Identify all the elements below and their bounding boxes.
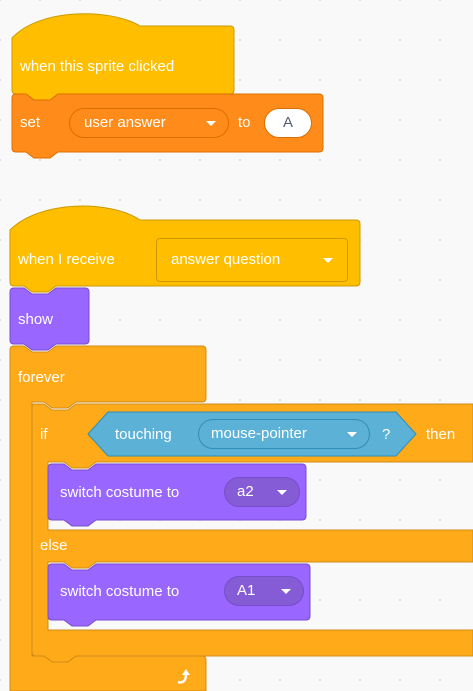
question-mark-label: ?	[382, 426, 391, 443]
switch-costume-label-1: switch costume to	[60, 484, 180, 501]
switch-costume-label-2: switch costume to	[60, 583, 180, 600]
set-label: set	[20, 114, 41, 131]
if-label: if	[40, 426, 48, 443]
chevron-down-icon	[277, 490, 287, 495]
chevron-down-icon	[281, 589, 291, 594]
chevron-down-icon	[323, 258, 333, 263]
show-label: show	[18, 311, 54, 328]
costume-dropdown-a2[interactable]: a2	[224, 477, 300, 507]
when-sprite-clicked-label: when this sprite clicked	[20, 58, 175, 75]
message-dropdown-label: answer question	[171, 251, 281, 268]
forever-label: forever	[18, 369, 65, 386]
when-i-receive-label: when I receive	[18, 251, 115, 268]
chevron-down-icon	[206, 121, 216, 126]
value-input[interactable]: A	[264, 108, 312, 138]
touching-label: touching	[115, 426, 172, 443]
then-label: then	[426, 426, 456, 443]
costume-a2-label: a2	[237, 483, 254, 500]
chevron-down-icon	[347, 432, 357, 437]
touching-target-dropdown[interactable]: mouse-pointer	[198, 419, 370, 449]
else-label: else	[40, 537, 68, 554]
touching-target-label: mouse-pointer	[211, 425, 307, 442]
costume-a1-label: A1	[237, 582, 256, 599]
variable-dropdown[interactable]: user answer	[69, 108, 229, 138]
value-input-text: A	[282, 114, 293, 131]
when-sprite-clicked-hat-shape[interactable]	[11, 13, 235, 101]
message-dropdown[interactable]: answer question	[156, 238, 348, 282]
to-label: to	[238, 114, 251, 131]
variable-dropdown-label: user answer	[84, 114, 166, 131]
costume-dropdown-a1[interactable]: A1	[224, 576, 304, 606]
